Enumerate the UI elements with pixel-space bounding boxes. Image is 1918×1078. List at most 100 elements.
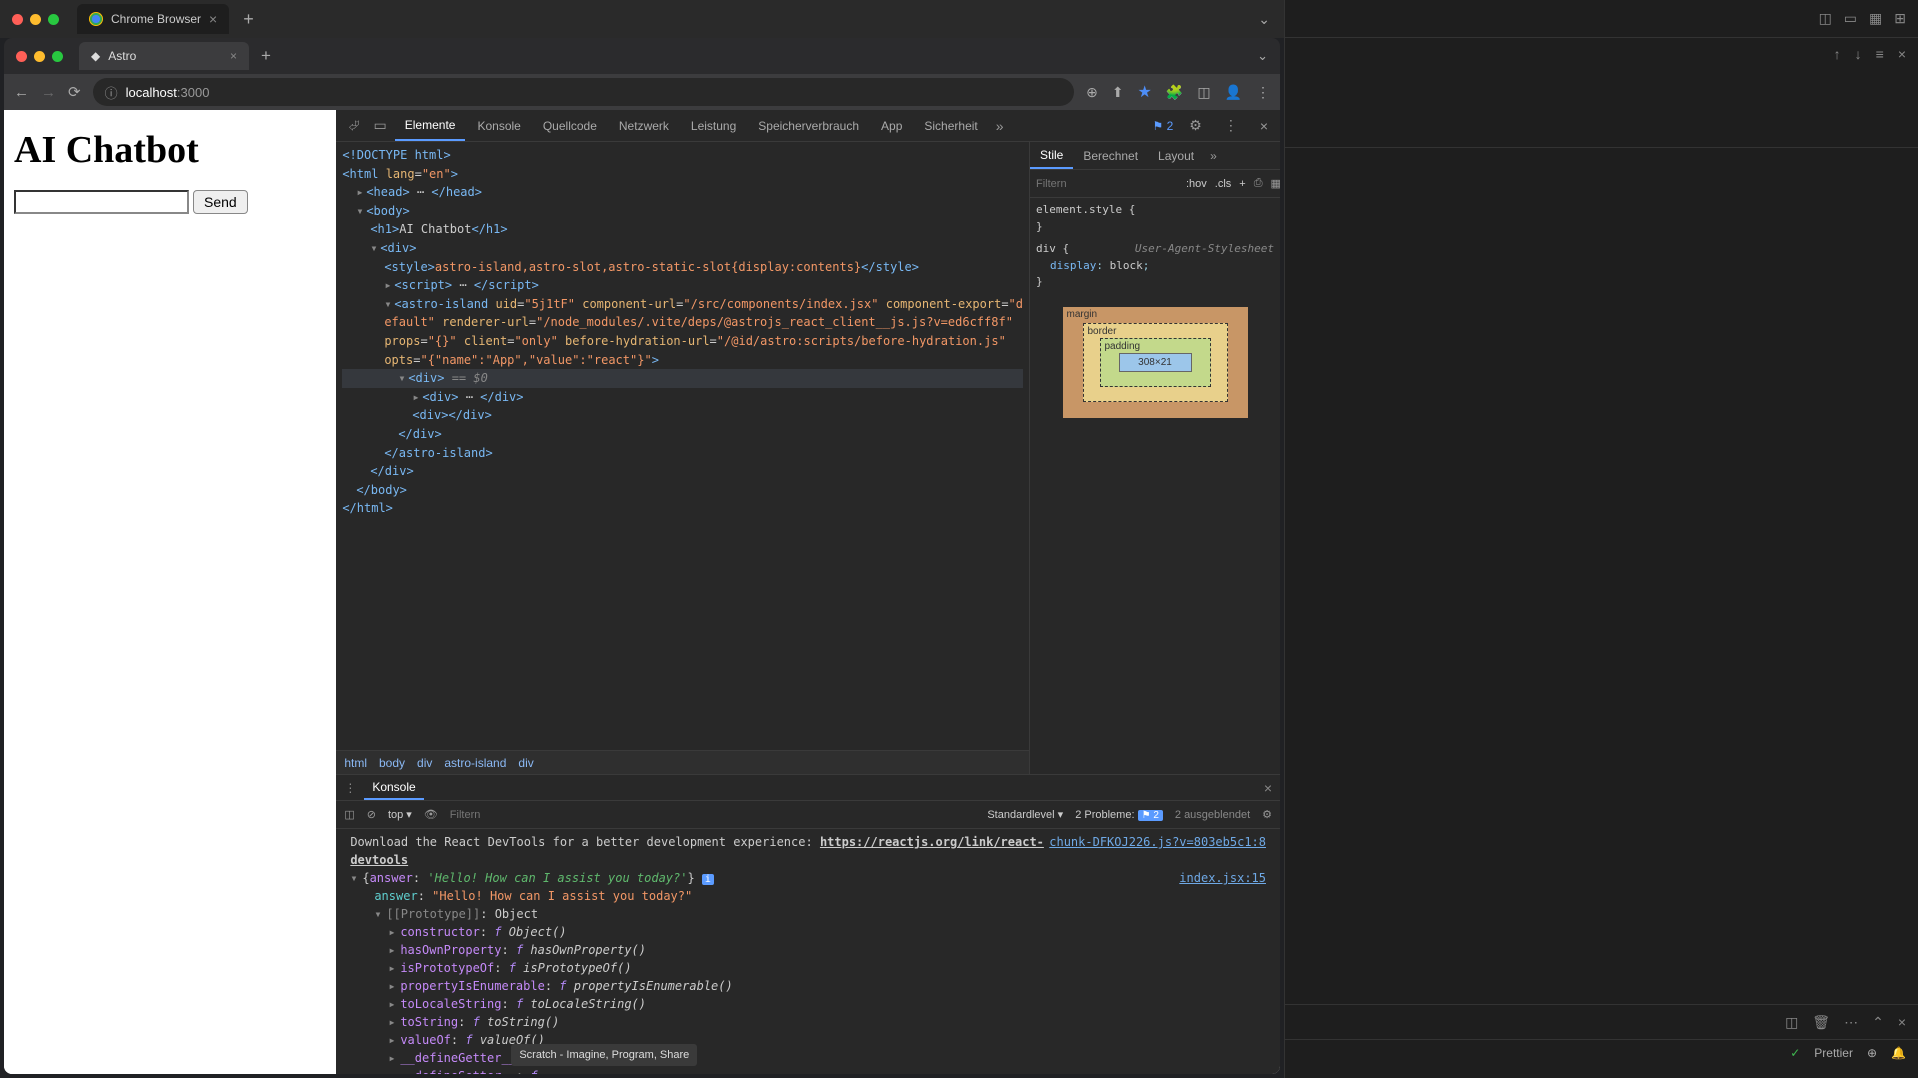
- editor-tabbar: Chrome Browser × + ⌄: [0, 0, 1284, 38]
- styles-filter-input[interactable]: [1036, 178, 1178, 190]
- editor-traffic-lights: [12, 14, 59, 25]
- issues-badge[interactable]: ⚑ 2: [1152, 119, 1173, 133]
- chrome-tabbar: ◆ Astro × + ⌄: [4, 38, 1280, 74]
- devtools-panel: ⮰ ▭ Elemente Konsole Quellcode Netzwerk …: [336, 110, 1280, 1074]
- more-tabs-icon[interactable]: »: [1204, 149, 1223, 163]
- rendered-page: AI Chatbot Send: [4, 110, 336, 1074]
- new-browser-tab[interactable]: +: [255, 46, 277, 66]
- settings-icon[interactable]: ⚙: [1183, 117, 1208, 134]
- tab-application[interactable]: App: [871, 110, 912, 141]
- hov-toggle[interactable]: :hov: [1186, 178, 1207, 190]
- styles-tab-computed[interactable]: Berechnet: [1073, 142, 1148, 169]
- new-style-icon[interactable]: +: [1239, 178, 1245, 190]
- tab-network[interactable]: Netzwerk: [609, 110, 679, 141]
- tab-elements[interactable]: Elemente: [395, 110, 466, 141]
- next-icon[interactable]: ↓: [1855, 46, 1862, 62]
- print-icon[interactable]: ⎙: [1254, 177, 1263, 190]
- drawer-menu-icon[interactable]: ⋮: [344, 781, 364, 795]
- menu-dots-icon[interactable]: ⋮: [1256, 84, 1270, 101]
- profile-icon[interactable]: 👤: [1225, 84, 1242, 101]
- close-icon[interactable]: ×: [1898, 1014, 1906, 1030]
- close-icon[interactable]: ×: [230, 49, 237, 63]
- console-filter-input[interactable]: [450, 809, 976, 821]
- url-host: localhost: [126, 85, 177, 100]
- prev-icon[interactable]: ↑: [1834, 46, 1841, 62]
- chevron-up-icon[interactable]: ⌃: [1872, 1014, 1884, 1031]
- bookmark-star-icon[interactable]: ★: [1138, 82, 1152, 102]
- dom-tree[interactable]: <!DOCTYPE html> <html lang="en"> ▸<head>…: [336, 142, 1029, 750]
- editor-right-panel: ◫ ▭ ▦ ⊞ ↑ ↓ ≡ × ◫ 🗑 ⋯ ⌃ × ✓ Prettier ⊕ 🔔: [1284, 0, 1918, 1078]
- sidepanel-icon[interactable]: ◫: [1197, 84, 1210, 101]
- drawer-close-icon[interactable]: ×: [1264, 780, 1272, 796]
- trash-icon[interactable]: 🗑: [1812, 1014, 1830, 1031]
- feedback-icon[interactable]: ⊕: [1867, 1046, 1877, 1060]
- device-icon[interactable]: ▭: [368, 117, 393, 134]
- status-prettier[interactable]: Prettier: [1814, 1046, 1853, 1060]
- status-bar: ✓ Prettier ⊕ 🔔: [1285, 1039, 1918, 1065]
- tab-sources[interactable]: Quellcode: [533, 110, 607, 141]
- window-traffic-lights[interactable]: [16, 51, 63, 62]
- box-model[interactable]: margin border padding 308×21: [1063, 307, 1248, 418]
- link-tooltip: Scratch - Imagine, Program, Share: [511, 1044, 697, 1067]
- context-selector[interactable]: top ▾: [388, 808, 412, 821]
- styles-tab-styles[interactable]: Stile: [1030, 142, 1073, 169]
- bell-icon[interactable]: 🔔: [1891, 1046, 1906, 1060]
- new-tab-button[interactable]: +: [237, 9, 260, 30]
- site-info-icon[interactable]: ⓘ: [105, 83, 118, 102]
- tab-security[interactable]: Sicherheit: [914, 110, 987, 141]
- terminal-panel-icon[interactable]: ◫: [1785, 1014, 1798, 1031]
- url-path: :3000: [177, 85, 210, 100]
- editor-tab-chrome[interactable]: Chrome Browser ×: [77, 4, 229, 34]
- tabs-caret-icon[interactable]: ⌄: [1257, 48, 1272, 64]
- live-expr-icon[interactable]: 👁: [424, 808, 438, 821]
- inspect-icon[interactable]: ⮰: [342, 117, 365, 134]
- problems-count[interactable]: 2 Probleme: ⚑ 2: [1075, 809, 1163, 821]
- chrome-icon: [89, 12, 103, 26]
- browser-tab-astro[interactable]: ◆ Astro ×: [79, 42, 249, 70]
- zoom-icon[interactable]: ⊕: [1086, 84, 1098, 101]
- grid-icon[interactable]: ▦: [1271, 177, 1280, 190]
- extensions-icon[interactable]: 🧩: [1166, 84, 1183, 101]
- log-level-selector[interactable]: Standardlevel ▾: [987, 808, 1063, 821]
- tab-memory[interactable]: Speicherverbrauch: [748, 110, 869, 141]
- list-icon[interactable]: ≡: [1876, 46, 1884, 62]
- tab-console[interactable]: Konsole: [467, 110, 530, 141]
- more-icon[interactable]: ⋯: [1844, 1014, 1858, 1031]
- astro-icon: ◆: [91, 49, 100, 63]
- dom-breadcrumbs[interactable]: html body div astro-island div: [336, 750, 1029, 774]
- console-sidebar-icon[interactable]: ◫: [344, 808, 354, 821]
- layout-icon[interactable]: ▭: [1844, 10, 1857, 27]
- reload-button[interactable]: ⟳: [68, 83, 81, 101]
- close-icon[interactable]: ×: [1898, 46, 1906, 62]
- layout-icon[interactable]: ⊞: [1894, 10, 1906, 27]
- editor-tab-label: Chrome Browser: [111, 12, 201, 26]
- tab-overflow-icon[interactable]: ⌄: [1258, 11, 1276, 28]
- more-tabs-icon[interactable]: »: [990, 118, 1010, 134]
- tab-performance[interactable]: Leistung: [681, 110, 746, 141]
- browser-tab-label: Astro: [108, 49, 136, 63]
- layout-icon[interactable]: ◫: [1819, 10, 1832, 27]
- cls-toggle[interactable]: .cls: [1215, 178, 1232, 190]
- forward-button[interactable]: →: [41, 84, 56, 101]
- close-icon[interactable]: ×: [209, 11, 217, 27]
- browser-toolbar: ← → ⟳ ⓘ localhost:3000 ⊕ ⬆ ★ 🧩 ◫ 👤 ⋮: [4, 74, 1280, 110]
- console-settings-icon[interactable]: ⚙: [1262, 808, 1272, 821]
- share-icon[interactable]: ⬆: [1112, 84, 1124, 101]
- address-bar[interactable]: ⓘ localhost:3000: [93, 78, 1075, 106]
- dock-menu-icon[interactable]: ⋮: [1218, 117, 1244, 134]
- styles-pane: Stile Berechnet Layout » :hov .cls + ⎙: [1030, 142, 1280, 774]
- check-icon: ✓: [1790, 1046, 1800, 1060]
- devtools-close-icon[interactable]: ×: [1254, 118, 1274, 134]
- hidden-count[interactable]: 2 ausgeblendet: [1175, 809, 1250, 821]
- drawer-tab-console[interactable]: Konsole: [364, 775, 423, 800]
- clear-console-icon[interactable]: ⊘: [367, 808, 376, 821]
- console-output[interactable]: chunk-DFKOJ226.js?v=803eb5c1:8 Download …: [336, 829, 1280, 1074]
- send-button[interactable]: Send: [193, 190, 248, 214]
- console-drawer: ⋮ Konsole × ◫ ⊘ top ▾ 👁 Standardlevel ▾ …: [336, 774, 1280, 1074]
- layout-icon[interactable]: ▦: [1869, 10, 1882, 27]
- chat-input[interactable]: [14, 190, 189, 214]
- styles-tab-layout[interactable]: Layout: [1148, 142, 1204, 169]
- devtools-tabbar: ⮰ ▭ Elemente Konsole Quellcode Netzwerk …: [336, 110, 1280, 142]
- page-heading: AI Chatbot: [14, 128, 326, 172]
- back-button[interactable]: ←: [14, 84, 29, 101]
